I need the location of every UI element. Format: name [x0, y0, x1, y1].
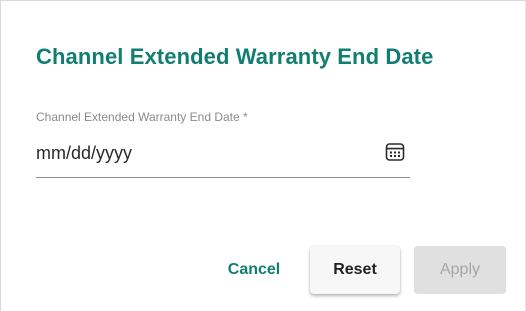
- apply-button[interactable]: Apply: [414, 246, 506, 294]
- dialog-actions: Cancel Reset Apply: [210, 246, 506, 294]
- date-field-underline: [36, 177, 410, 178]
- dialog-left-border: [0, 0, 1, 311]
- date-input[interactable]: [36, 140, 366, 166]
- date-field: Channel Extended Warranty End Date *: [36, 104, 410, 178]
- date-field-label: Channel Extended Warranty End Date *: [36, 110, 248, 124]
- reset-button[interactable]: Reset: [310, 246, 400, 294]
- dialog-title: Channel Extended Warranty End Date: [36, 44, 434, 69]
- dialog-top-border: [0, 0, 526, 1]
- calendar-icon[interactable]: [384, 141, 406, 163]
- cancel-button[interactable]: Cancel: [210, 246, 298, 294]
- date-dialog: Channel Extended Warranty End Date Chann…: [0, 0, 526, 311]
